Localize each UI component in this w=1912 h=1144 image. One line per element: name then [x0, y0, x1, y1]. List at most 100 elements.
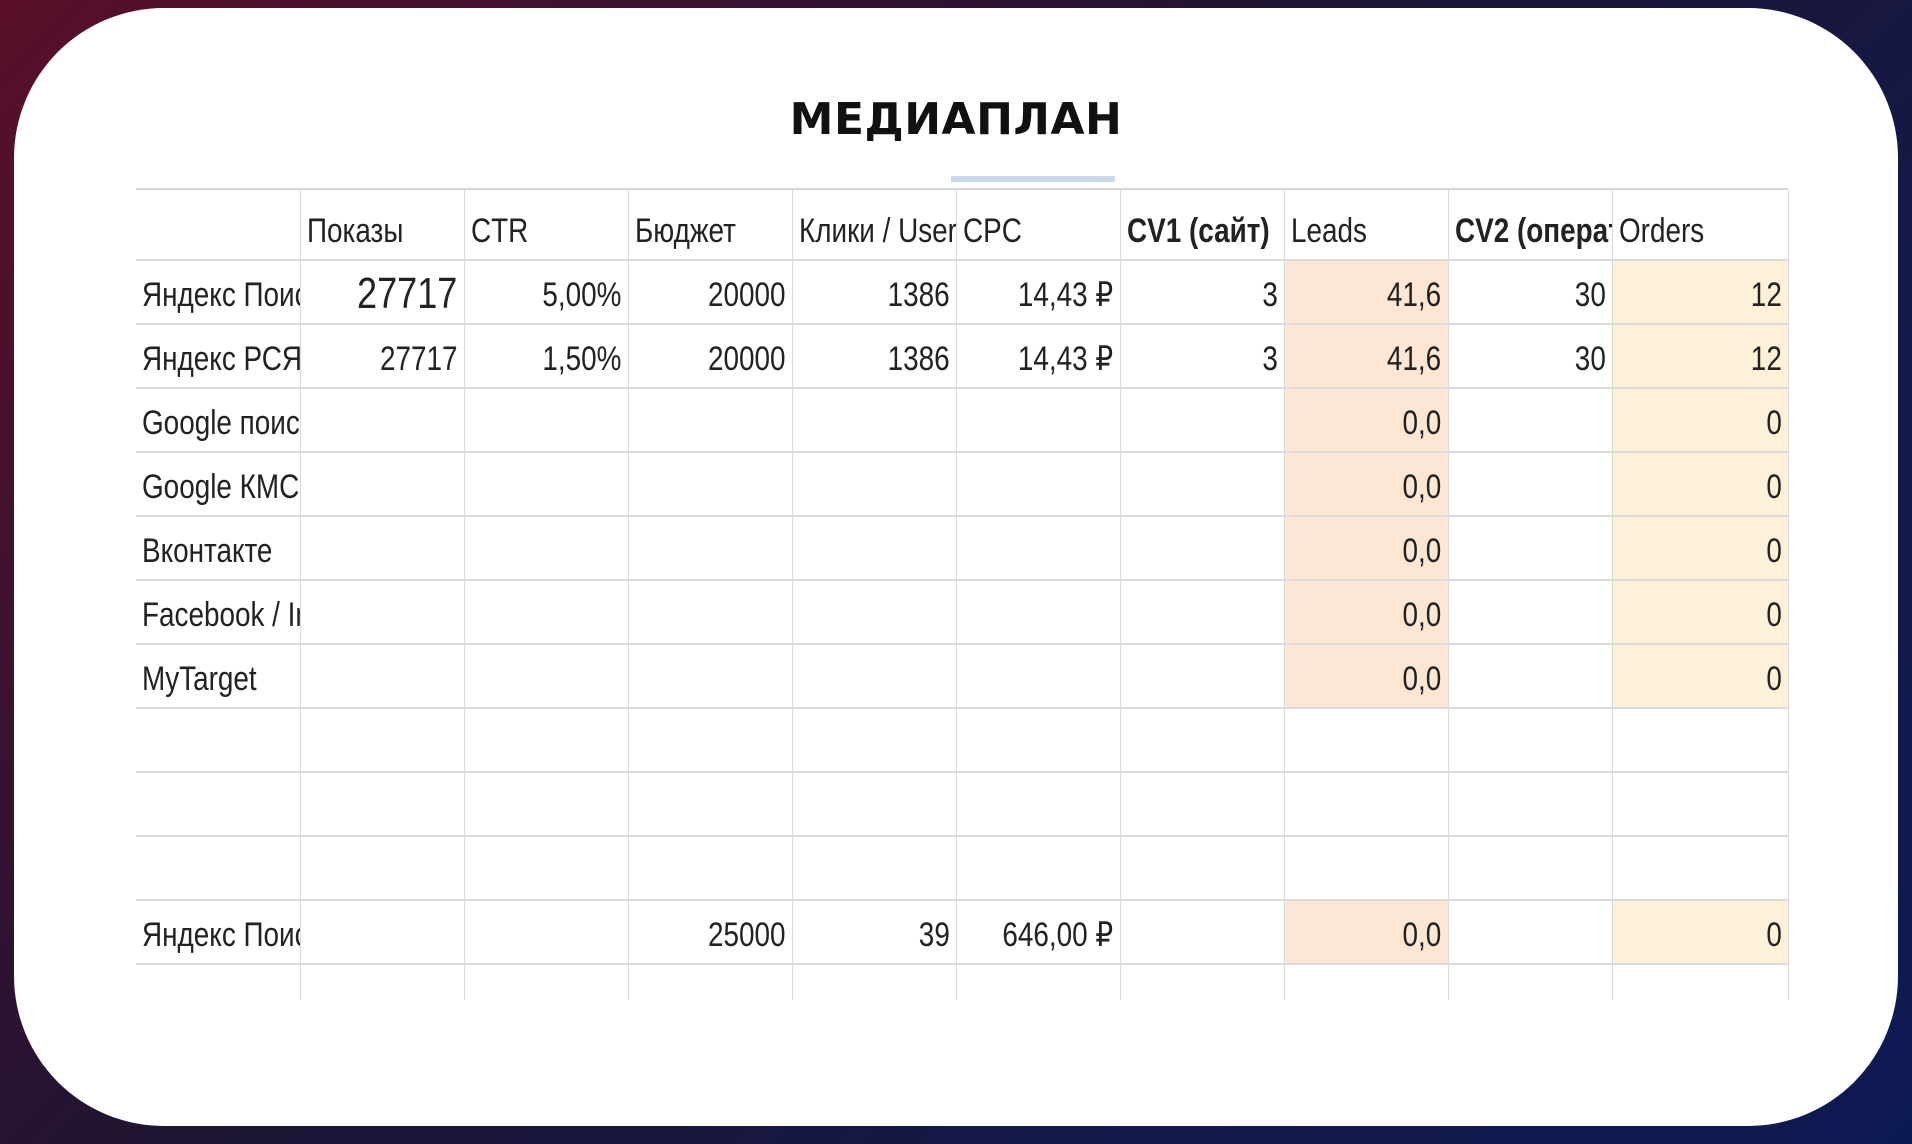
cell-leads[interactable]: 0,0: [1284, 644, 1449, 709]
empty-cell[interactable]: [136, 964, 301, 1000]
cell-orders[interactable]: [1612, 708, 1789, 773]
cell-impressions[interactable]: [300, 900, 465, 965]
cell-orders[interactable]: 0: [1612, 900, 1789, 965]
cell-ctr[interactable]: [464, 644, 629, 709]
cell-budget[interactable]: [628, 452, 793, 517]
column-header-orders[interactable]: Orders: [1612, 190, 1789, 261]
column-header-clicks[interactable]: Клики / User: [792, 190, 957, 261]
cell-cv2[interactable]: [1448, 708, 1613, 773]
cell-channel[interactable]: Яндекс Поиск: [136, 900, 301, 965]
cell-cpc[interactable]: [956, 388, 1121, 453]
column-header-ctr[interactable]: CTR: [464, 190, 629, 261]
cell-orders[interactable]: 0: [1612, 516, 1789, 581]
cell-clicks[interactable]: [792, 452, 957, 517]
cell-ctr[interactable]: [464, 388, 629, 453]
cell-clicks[interactable]: [792, 516, 957, 581]
cell-clicks[interactable]: 1386: [792, 260, 957, 325]
cell-cv2[interactable]: [1448, 580, 1613, 645]
cell-orders[interactable]: 0: [1612, 388, 1789, 453]
cell-cpc[interactable]: [956, 644, 1121, 709]
cell-clicks[interactable]: 39: [792, 900, 957, 965]
cell-clicks[interactable]: [792, 644, 957, 709]
column-header-leads[interactable]: Leads: [1284, 190, 1449, 261]
cell-channel[interactable]: Вконтакте: [136, 516, 301, 581]
cell-orders[interactable]: 0: [1612, 580, 1789, 645]
cell-leads[interactable]: 0,0: [1284, 580, 1449, 645]
cell-ctr[interactable]: 5,00%: [464, 260, 629, 325]
cell-leads[interactable]: 0,0: [1284, 388, 1449, 453]
cell-cv1[interactable]: [1120, 708, 1285, 773]
cell-ctr[interactable]: [464, 772, 629, 837]
cell-leads[interactable]: [1284, 708, 1449, 773]
cell-budget[interactable]: [628, 644, 793, 709]
cell-leads[interactable]: 41,6: [1284, 260, 1449, 325]
cell-ctr[interactable]: [464, 452, 629, 517]
empty-cell[interactable]: [300, 964, 465, 1000]
cell-cv2[interactable]: [1448, 836, 1613, 901]
cell-cv2[interactable]: [1448, 452, 1613, 517]
cell-budget[interactable]: [628, 516, 793, 581]
cell-cpc[interactable]: [956, 772, 1121, 837]
cell-channel[interactable]: [136, 772, 301, 837]
cell-cv1[interactable]: [1120, 580, 1285, 645]
cell-ctr[interactable]: [464, 900, 629, 965]
cell-cv2[interactable]: [1448, 900, 1613, 965]
cell-cv1[interactable]: [1120, 772, 1285, 837]
cell-cpc[interactable]: 14,43 ₽: [956, 260, 1121, 325]
cell-budget[interactable]: 20000: [628, 260, 793, 325]
column-header-cv2[interactable]: CV2 (операт: [1448, 190, 1613, 261]
cell-cpc[interactable]: [956, 836, 1121, 901]
cell-channel[interactable]: Facebook / Instagram: [136, 580, 301, 645]
cell-cpc[interactable]: 646,00 ₽: [956, 900, 1121, 965]
cell-cpc[interactable]: [956, 516, 1121, 581]
cell-cpc[interactable]: [956, 452, 1121, 517]
cell-budget[interactable]: [628, 580, 793, 645]
cell-orders[interactable]: 0: [1612, 452, 1789, 517]
column-header-channel[interactable]: [136, 190, 301, 261]
column-header-cv1[interactable]: CV1 (сайт): [1120, 190, 1285, 261]
cell-cv2[interactable]: 30: [1448, 260, 1613, 325]
empty-cell[interactable]: [1120, 964, 1285, 1000]
cell-budget[interactable]: [628, 708, 793, 773]
cell-channel[interactable]: MyTarget: [136, 644, 301, 709]
cell-clicks[interactable]: [792, 772, 957, 837]
cell-impressions[interactable]: [300, 452, 465, 517]
empty-cell[interactable]: [628, 964, 793, 1000]
cell-cv1[interactable]: [1120, 644, 1285, 709]
cell-ctr[interactable]: [464, 580, 629, 645]
cell-orders[interactable]: [1612, 772, 1789, 837]
cell-impressions[interactable]: 27717: [300, 324, 465, 389]
cell-budget[interactable]: [628, 388, 793, 453]
cell-impressions[interactable]: 27717: [300, 260, 465, 325]
cell-impressions[interactable]: [300, 772, 465, 837]
cell-orders[interactable]: 0: [1612, 644, 1789, 709]
cell-clicks[interactable]: [792, 708, 957, 773]
cell-cpc[interactable]: [956, 708, 1121, 773]
cell-cv1[interactable]: 3: [1120, 260, 1285, 325]
cell-leads[interactable]: [1284, 836, 1449, 901]
cell-orders[interactable]: 12: [1612, 260, 1789, 325]
empty-cell[interactable]: [1612, 964, 1789, 1000]
cell-impressions[interactable]: [300, 388, 465, 453]
cell-budget[interactable]: 20000: [628, 324, 793, 389]
cell-leads[interactable]: 0,0: [1284, 452, 1449, 517]
cell-orders[interactable]: [1612, 836, 1789, 901]
cell-channel[interactable]: Яндекс РСЯ: [136, 324, 301, 389]
empty-cell[interactable]: [1284, 964, 1449, 1000]
cell-channel[interactable]: [136, 836, 301, 901]
cell-budget[interactable]: [628, 772, 793, 837]
cell-cv2[interactable]: [1448, 388, 1613, 453]
cell-leads[interactable]: 0,0: [1284, 516, 1449, 581]
cell-cv1[interactable]: [1120, 388, 1285, 453]
column-header-budget[interactable]: Бюджет: [628, 190, 793, 261]
cell-ctr[interactable]: 1,50%: [464, 324, 629, 389]
cell-channel[interactable]: [136, 708, 301, 773]
cell-channel[interactable]: Яндекс Поис: [136, 260, 301, 325]
empty-cell[interactable]: [956, 964, 1121, 1000]
cell-cpc[interactable]: [956, 580, 1121, 645]
cell-leads[interactable]: 0,0: [1284, 900, 1449, 965]
cell-cv1[interactable]: 3: [1120, 324, 1285, 389]
cell-cv2[interactable]: [1448, 772, 1613, 837]
cell-impressions[interactable]: [300, 516, 465, 581]
cell-cv1[interactable]: [1120, 900, 1285, 965]
